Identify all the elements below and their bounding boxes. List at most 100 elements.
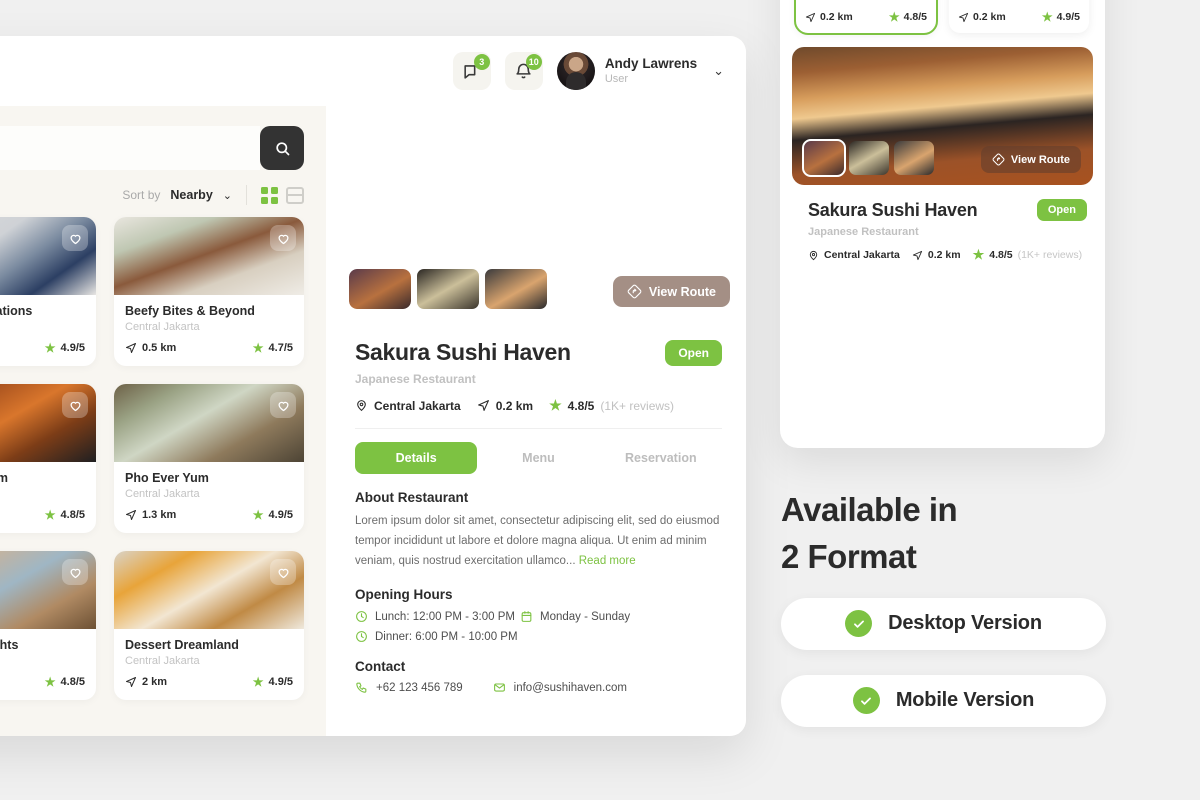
thumbnail-3[interactable] xyxy=(894,141,934,175)
thumbnail-1[interactable] xyxy=(802,139,846,177)
messages-button[interactable]: 3 xyxy=(452,52,491,90)
card-body: Ramen Revelations Central Jakarta 0.2 km… xyxy=(949,0,1089,33)
card-location: Central Jakarta xyxy=(0,655,85,667)
favorite-button[interactable] xyxy=(270,392,296,418)
desktop-version-label: Desktop Version xyxy=(888,612,1042,635)
card-rating: ★ 4.8/5 xyxy=(889,10,927,24)
card-distance-text: 2 km xyxy=(142,676,168,688)
heart-icon xyxy=(69,234,81,244)
hours-days-text: Monday - Sunday xyxy=(540,610,631,623)
star-icon: ★ xyxy=(44,675,56,689)
heart-icon xyxy=(69,401,81,411)
card-title: Pho Ever Yum xyxy=(125,471,209,485)
sort-value[interactable]: Nearby xyxy=(170,188,212,202)
chevron-down-icon[interactable]: ⌄ xyxy=(713,63,724,79)
mobile-detail-rating-text: 4.8/5 xyxy=(989,249,1013,261)
favorite-button[interactable] xyxy=(62,225,88,251)
restaurant-card[interactable]: Oceanic Delights Central Jakarta 1.5 km … xyxy=(0,551,96,700)
grid-view-icon[interactable] xyxy=(261,186,278,204)
favorite-button[interactable] xyxy=(270,559,296,585)
mobile-view-route-button[interactable]: View Route xyxy=(980,146,1081,173)
navigation-icon xyxy=(805,12,816,22)
check-icon xyxy=(861,697,872,705)
mobile-detail-reviews-count: (1K+ reviews) xyxy=(1017,249,1083,261)
mobile-card-grid: Sakura Sushi Haven Central Jakarta 0.2 k… xyxy=(780,0,1105,45)
view-route-button[interactable]: View Route xyxy=(612,276,730,307)
check-circle-icon xyxy=(845,610,873,638)
card-meta: 0.2 km ★ 4.9/5 xyxy=(0,341,85,355)
card-meta: 0.2 km ★ 4.8/5 xyxy=(805,10,927,24)
app-header: mmunity 3 10 xyxy=(0,36,746,106)
card-body: Dessert Dreamland Central Jakarta 2 km ★… xyxy=(114,629,304,700)
check-circle-icon xyxy=(852,687,880,715)
promo-section: Available in 2 Format Desktop Version Mo… xyxy=(781,487,1121,727)
thumbnail-3[interactable] xyxy=(485,269,547,309)
contact-heading: Contact xyxy=(355,659,406,675)
mobile-detail-distance-text: 0.2 km xyxy=(927,249,961,261)
card-image xyxy=(0,384,96,462)
user-menu[interactable]: Andy Lawrens User ⌄ xyxy=(556,52,724,90)
heart-icon xyxy=(277,568,289,578)
list-view-icon[interactable] xyxy=(286,186,304,204)
heart-icon xyxy=(69,568,81,578)
mobile-restaurant-card[interactable]: Ramen Revelations Central Jakarta 0.2 km… xyxy=(949,0,1089,33)
restaurant-card[interactable]: Dessert Dreamland Central Jakarta 2 km ★… xyxy=(114,551,304,700)
thumbnail-2[interactable] xyxy=(849,141,889,175)
restaurant-card[interactable]: Spice Kingdom Central Jakarta 1 km ★ 4.8… xyxy=(0,384,96,533)
card-location: Central Jakarta xyxy=(125,321,200,333)
search-icon xyxy=(275,141,289,155)
user-text: Andy Lawrens User xyxy=(605,56,697,86)
restaurant-card[interactable]: Ramen Revelations Central Jakarta 0.2 km… xyxy=(0,217,96,366)
card-body: Sakura Sushi Haven Central Jakarta 0.2 k… xyxy=(796,0,936,33)
notifications-button[interactable]: 10 xyxy=(504,52,543,90)
tab-reservation[interactable]: Reservation xyxy=(600,442,722,474)
search-button[interactable] xyxy=(260,126,304,170)
card-rating-text: 4.7/5 xyxy=(268,342,293,354)
view-toggle xyxy=(261,186,304,204)
about-heading: About Restaurant xyxy=(355,490,469,505)
mobile-detail-location: Central Jakarta xyxy=(808,249,900,261)
mobile-status-badge[interactable]: Open xyxy=(1036,199,1087,221)
mobile-version-button[interactable]: Mobile Version xyxy=(781,674,1106,727)
status-badge[interactable]: Open xyxy=(665,339,722,366)
star-icon: ★ xyxy=(44,341,56,355)
mobile-detail-distance: 0.2 km xyxy=(912,249,961,261)
tab-menu[interactable]: Menu xyxy=(477,442,599,474)
sort-label: Sort by xyxy=(122,188,161,202)
avatar xyxy=(556,52,595,90)
restaurant-card[interactable]: Beefy Bites & Beyond Central Jakarta 0.5… xyxy=(114,217,304,366)
detail-rating: ★ 4.8/5 (1K+ reviews) xyxy=(549,397,674,414)
route-icon xyxy=(627,284,642,299)
card-meta: 0.5 km ★ 4.7/5 xyxy=(125,341,293,355)
user-name: Andy Lawrens xyxy=(604,56,698,72)
card-distance-text: 0.2 km xyxy=(820,11,853,23)
restaurant-card[interactable]: Pho Ever Yum Central Jakarta 1.3 km ★ 4.… xyxy=(114,384,304,533)
sort-chevron-down-icon[interactable]: ⌄ xyxy=(223,189,232,202)
thumbnail-2[interactable] xyxy=(417,269,479,309)
card-rating-text: 4.9/5 xyxy=(1056,11,1080,23)
card-title: Spice Kingdom xyxy=(0,471,8,485)
search-input[interactable] xyxy=(0,126,260,170)
favorite-button[interactable] xyxy=(270,225,296,251)
card-rating: ★ 4.9/5 xyxy=(253,675,293,689)
desktop-version-button[interactable]: Desktop Version xyxy=(781,597,1106,650)
card-distance-text: 0.2 km xyxy=(973,11,1006,23)
card-rating-text: 4.9/5 xyxy=(60,342,85,354)
card-image xyxy=(0,217,96,295)
detail-location: Central Jakarta xyxy=(355,399,461,413)
star-icon: ★ xyxy=(252,675,264,689)
tab-details[interactable]: Details xyxy=(355,442,478,474)
read-more-link[interactable]: Read more xyxy=(579,555,636,567)
favorite-button[interactable] xyxy=(62,559,88,585)
mobile-thumbnail-strip xyxy=(802,139,934,177)
contact-phone[interactable]: +62 123 456 789 xyxy=(355,681,463,694)
favorite-button[interactable] xyxy=(62,392,88,418)
star-icon: ★ xyxy=(549,397,562,413)
mobile-restaurant-card-selected[interactable]: Sakura Sushi Haven Central Jakarta 0.2 k… xyxy=(794,0,938,35)
navigation-icon xyxy=(126,510,136,520)
messages-badge: 3 xyxy=(473,54,490,70)
card-location: Central Jakarta xyxy=(958,0,1080,3)
contact-email[interactable]: info@sushihaven.com xyxy=(493,681,627,694)
contact-section: Contact +62 123 456 789 info@sushihaven.… xyxy=(355,659,722,694)
thumbnail-1[interactable] xyxy=(347,267,413,311)
